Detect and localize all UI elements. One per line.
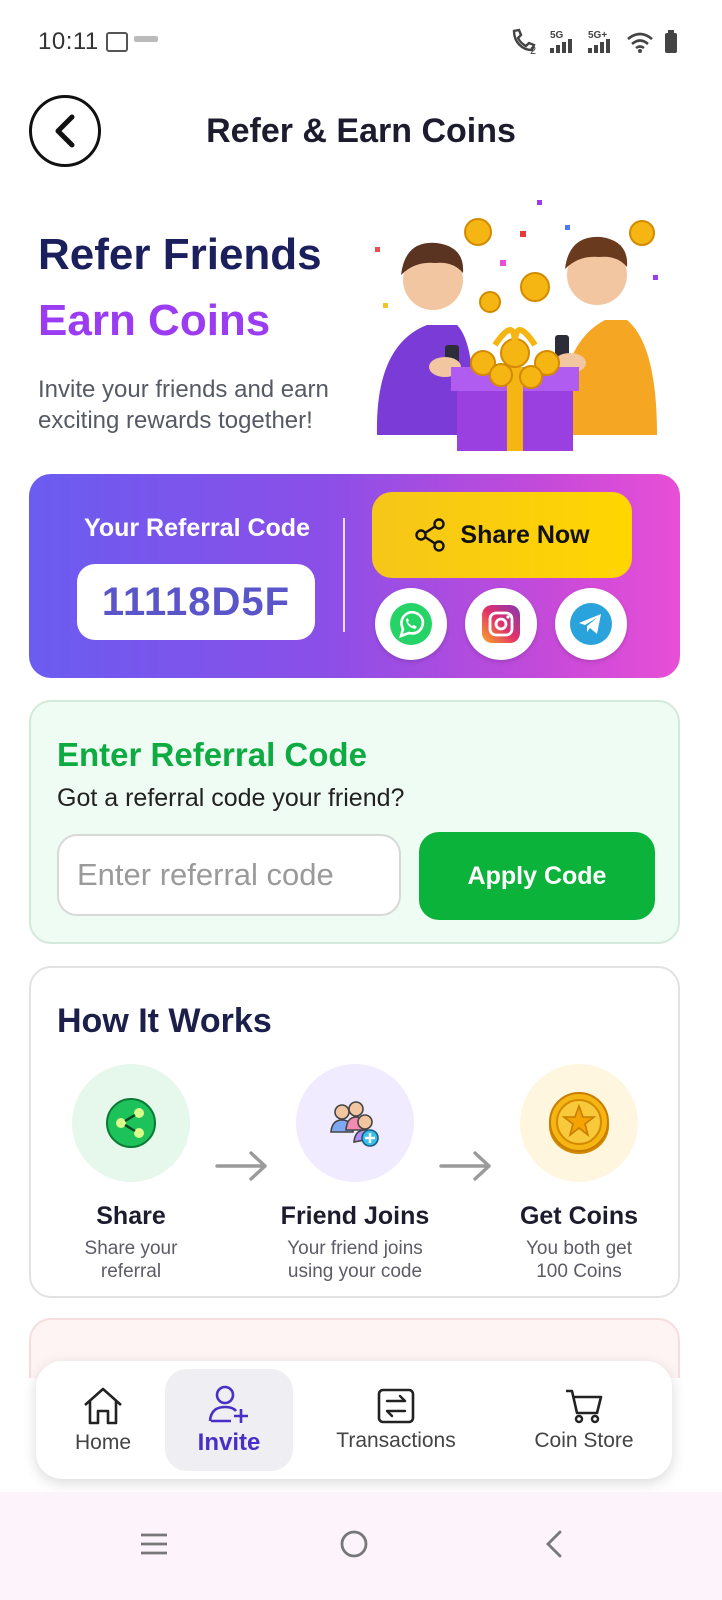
network-type-2: 5G+	[588, 30, 607, 41]
chevron-left-icon	[546, 1530, 562, 1558]
hero-subtitle: Invite your friends and earn exciting re…	[38, 376, 329, 434]
how-it-works-card: How It Works Share Share your referral F…	[29, 966, 680, 1298]
cart-icon	[566, 1389, 603, 1424]
referral-code-input[interactable]	[57, 834, 401, 916]
enter-referral-card: Enter Referral Code Got a referral code …	[29, 700, 680, 944]
step-desc: Your friend joins using your code	[287, 1238, 423, 1282]
back-system-button[interactable]	[524, 1514, 584, 1574]
step-get-coins: Get Coins You both get 100 Coins	[479, 1064, 679, 1283]
page-title: Refer & Earn Coins	[206, 112, 516, 150]
referral-code-card: Your Referral Code 11118D5F Share Now	[29, 474, 680, 678]
step-icon-circle	[520, 1064, 638, 1182]
step-icon-circle	[296, 1064, 414, 1182]
nav-home[interactable]: Home	[56, 1369, 150, 1471]
signal-icon: 5G	[550, 30, 572, 53]
share-now-label: Share Now	[460, 520, 590, 549]
status-time: 10:11	[38, 28, 99, 55]
share-now-button[interactable]: Share Now	[372, 492, 632, 578]
friends-gift-illustration	[375, 200, 658, 451]
nav-transactions[interactable]: Transactions	[326, 1369, 466, 1471]
whatsapp-share-button[interactable]	[375, 588, 447, 660]
recent-apps-button[interactable]	[124, 1514, 184, 1574]
step-share: Share Share your referral	[31, 1064, 231, 1283]
sim-slot: 2	[530, 45, 536, 54]
apply-code-button[interactable]: Apply Code	[419, 832, 655, 920]
nav-label: Coin Store	[534, 1429, 634, 1452]
telegram-share-button[interactable]	[555, 588, 627, 660]
nav-label: Home	[74, 1431, 132, 1454]
how-it-works-title: How It Works	[57, 1002, 272, 1040]
step-title: Share	[96, 1202, 166, 1230]
divider	[343, 518, 345, 632]
signal-icon-2: 5G+	[588, 30, 610, 53]
step-friend-joins: Friend Joins Your friend joins using you…	[255, 1064, 455, 1283]
step-title: Friend Joins	[280, 1202, 430, 1230]
notification-icon	[106, 32, 128, 52]
wifi-icon	[627, 32, 653, 53]
circle-home-icon	[340, 1530, 368, 1558]
add-friends-icon	[330, 1101, 379, 1147]
menu-icon	[141, 1533, 167, 1555]
referral-code-label: Your Referral Code	[84, 514, 310, 542]
coin-icon	[549, 1092, 609, 1154]
status-bar: 10:11 2 5G 5G+	[0, 0, 722, 88]
nav-label: Invite	[197, 1429, 261, 1456]
system-navigation-bar	[0, 1492, 722, 1600]
instagram-share-button[interactable]	[465, 588, 537, 660]
step-desc: You both get 100 Coins	[525, 1238, 632, 1282]
step-title: Get Coins	[519, 1202, 639, 1230]
bottom-navigation: Home Invite Transactions Coin Store	[36, 1361, 672, 1479]
instagram-icon	[482, 605, 520, 643]
network-type-1: 5G	[550, 30, 564, 41]
notification-text-icon	[134, 36, 158, 42]
referral-code-box[interactable]: 11118D5F	[77, 564, 315, 640]
battery-icon	[665, 30, 677, 53]
transactions-icon	[377, 1388, 415, 1424]
hero-title: Refer Friends	[38, 230, 322, 279]
add-user-icon	[208, 1385, 248, 1423]
nav-invite[interactable]: Invite	[165, 1369, 293, 1471]
hero-title-accent: Earn Coins	[38, 296, 271, 345]
enter-referral-title: Enter Referral Code	[57, 736, 367, 773]
status-icons: 2 5G 5G+	[510, 28, 678, 54]
referral-code-value: 11118D5F	[101, 579, 291, 624]
enter-referral-subtitle: Got a referral code your friend?	[57, 784, 405, 812]
home-icon	[84, 1387, 122, 1425]
nav-coin-store[interactable]: Coin Store	[524, 1369, 644, 1471]
telegram-icon	[570, 603, 612, 645]
share-icon	[106, 1098, 156, 1148]
nav-label: Transactions	[336, 1429, 456, 1452]
whatsapp-icon	[390, 603, 432, 645]
home-system-button[interactable]	[324, 1514, 384, 1574]
call-icon: 2	[512, 28, 536, 54]
step-icon-circle	[72, 1064, 190, 1182]
share-icon	[415, 518, 446, 552]
step-desc: Share your referral	[84, 1238, 178, 1282]
